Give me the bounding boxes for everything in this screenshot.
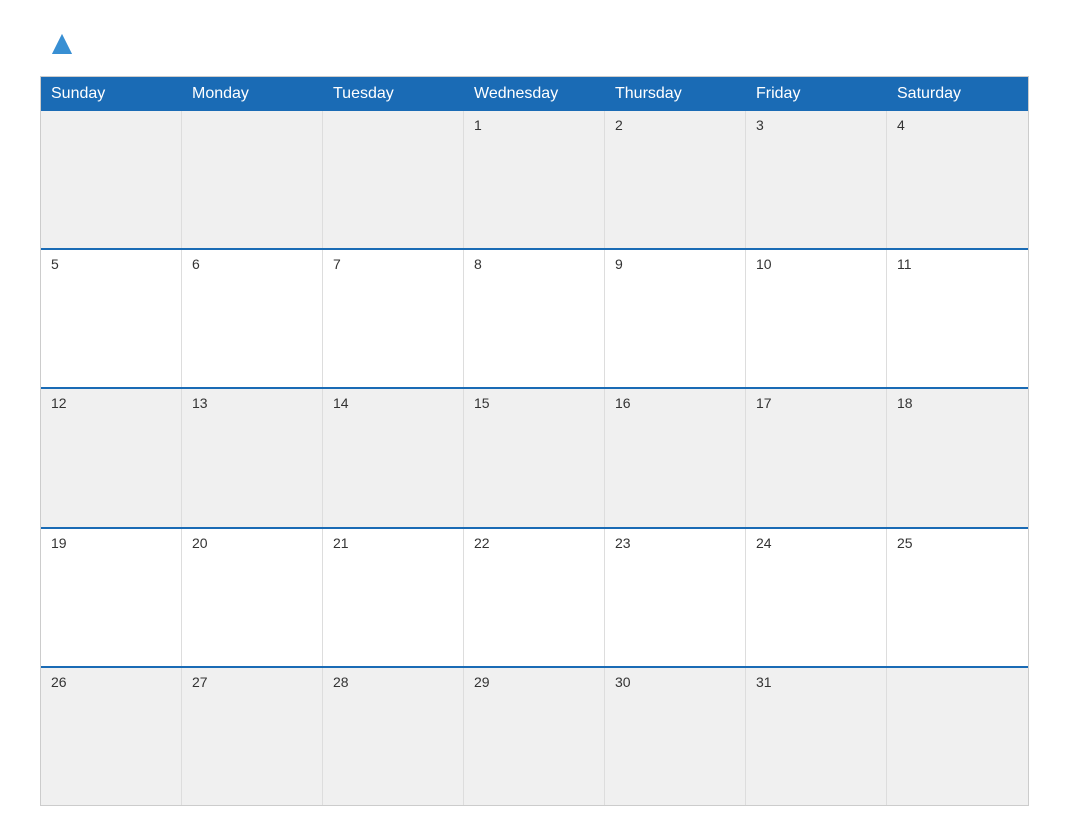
- day-cell: 30: [605, 668, 746, 805]
- day-header-monday: Monday: [182, 77, 323, 111]
- day-cell: 10: [746, 250, 887, 387]
- day-number: 14: [333, 395, 453, 411]
- day-header-sunday: Sunday: [41, 77, 182, 111]
- day-cell: [323, 111, 464, 248]
- day-cell: 13: [182, 389, 323, 526]
- day-cell: 15: [464, 389, 605, 526]
- day-cell: 5: [41, 250, 182, 387]
- day-cell: 7: [323, 250, 464, 387]
- day-header-saturday: Saturday: [887, 77, 1028, 111]
- day-headers: Sunday Monday Tuesday Wednesday Thursday…: [41, 77, 1028, 111]
- day-number: 18: [897, 395, 1018, 411]
- day-number: 31: [756, 674, 876, 690]
- day-number: 4: [897, 117, 1018, 133]
- day-number: 27: [192, 674, 312, 690]
- day-cell: [887, 668, 1028, 805]
- day-cell: 8: [464, 250, 605, 387]
- day-number: 20: [192, 535, 312, 551]
- day-number: 28: [333, 674, 453, 690]
- day-number: 13: [192, 395, 312, 411]
- day-number: 25: [897, 535, 1018, 551]
- day-cell: 28: [323, 668, 464, 805]
- calendar: Sunday Monday Tuesday Wednesday Thursday…: [40, 76, 1029, 806]
- day-cell: 29: [464, 668, 605, 805]
- day-number: 23: [615, 535, 735, 551]
- week-row-5: 26 27 28 29 30 31: [41, 666, 1028, 805]
- week-row-3: 12 13 14 15 16 17 18: [41, 387, 1028, 526]
- day-number: 21: [333, 535, 453, 551]
- day-cell: 14: [323, 389, 464, 526]
- day-cell: [182, 111, 323, 248]
- day-cell: 24: [746, 529, 887, 666]
- day-number: 30: [615, 674, 735, 690]
- day-cell: 31: [746, 668, 887, 805]
- day-cell: 26: [41, 668, 182, 805]
- page: Sunday Monday Tuesday Wednesday Thursday…: [0, 0, 1069, 826]
- day-cell: 2: [605, 111, 746, 248]
- day-cell: 4: [887, 111, 1028, 248]
- day-cell: 19: [41, 529, 182, 666]
- day-cell: 1: [464, 111, 605, 248]
- day-number: 19: [51, 535, 171, 551]
- day-cell: 3: [746, 111, 887, 248]
- day-cell: 12: [41, 389, 182, 526]
- day-number: 12: [51, 395, 171, 411]
- day-header-wednesday: Wednesday: [464, 77, 605, 111]
- logo-triangle-icon: [48, 30, 76, 58]
- day-number: 1: [474, 117, 594, 133]
- day-number: 15: [474, 395, 594, 411]
- weeks: 1234567891011121314151617181920212223242…: [41, 111, 1028, 805]
- day-cell: 20: [182, 529, 323, 666]
- day-number: 26: [51, 674, 171, 690]
- day-cell: 22: [464, 529, 605, 666]
- week-row-1: 1 2 3 4: [41, 111, 1028, 248]
- day-cell: 17: [746, 389, 887, 526]
- day-number: 9: [615, 256, 735, 272]
- logo: [40, 30, 76, 58]
- day-header-tuesday: Tuesday: [323, 77, 464, 111]
- day-number: 2: [615, 117, 735, 133]
- day-cell: 6: [182, 250, 323, 387]
- day-number: 8: [474, 256, 594, 272]
- day-header-friday: Friday: [746, 77, 887, 111]
- day-cell: 18: [887, 389, 1028, 526]
- day-number: 3: [756, 117, 876, 133]
- day-number: 22: [474, 535, 594, 551]
- day-number: 29: [474, 674, 594, 690]
- day-cell: 9: [605, 250, 746, 387]
- day-number: 16: [615, 395, 735, 411]
- day-cell: 25: [887, 529, 1028, 666]
- day-cell: 11: [887, 250, 1028, 387]
- day-number: 11: [897, 256, 1018, 272]
- day-number: 10: [756, 256, 876, 272]
- day-cell: 16: [605, 389, 746, 526]
- day-cell: 23: [605, 529, 746, 666]
- week-row-4: 19 20 21 22 23 24 25: [41, 527, 1028, 666]
- week-row-2: 5 6 7 8 9 10 11: [41, 248, 1028, 387]
- day-number: 6: [192, 256, 312, 272]
- day-number: 5: [51, 256, 171, 272]
- header: [40, 30, 1029, 58]
- day-header-thursday: Thursday: [605, 77, 746, 111]
- day-cell: [41, 111, 182, 248]
- day-cell: 21: [323, 529, 464, 666]
- day-number: 17: [756, 395, 876, 411]
- day-number: 7: [333, 256, 453, 272]
- day-cell: 27: [182, 668, 323, 805]
- day-number: 24: [756, 535, 876, 551]
